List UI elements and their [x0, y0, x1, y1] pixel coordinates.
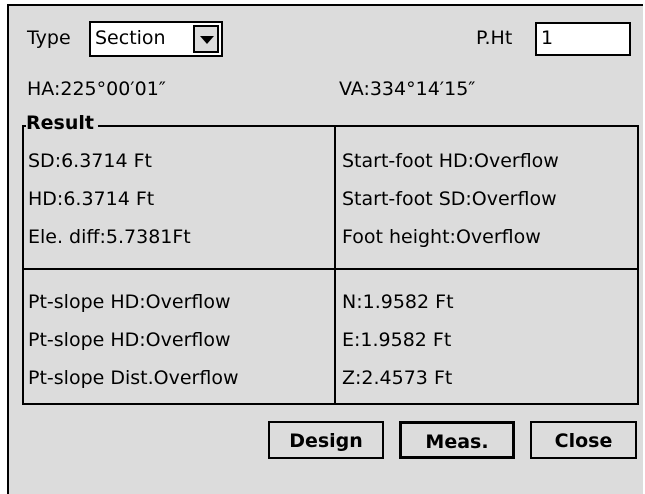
sd-value: SD:6.3714 Ft: [28, 150, 152, 172]
pht-input[interactable]: 1: [535, 22, 631, 56]
type-select[interactable]: Section: [89, 21, 223, 57]
foot-height-value: Foot height:Overflow: [342, 226, 541, 248]
pt-slope-hd-value: Pt-slope HD:Overflow: [28, 291, 231, 313]
meas-button[interactable]: Meas.: [399, 421, 515, 459]
ha-readout: HA:225°00′01″: [27, 78, 166, 100]
pt-slope-hd-value-2: Pt-slope HD:Overflow: [28, 329, 231, 351]
close-button[interactable]: Close: [530, 421, 637, 459]
design-button[interactable]: Design: [268, 421, 384, 459]
hd-value: HD:6.3714 Ft: [28, 188, 155, 210]
ele-diff-value: Ele. diff:5.7381Ft: [28, 226, 191, 248]
pt-slope-dist-value: Pt-slope Dist.Overflow: [28, 367, 239, 389]
type-label: Type: [27, 27, 71, 49]
result-title: Result: [26, 112, 98, 134]
e-value: E:1.9582 Ft: [342, 329, 452, 351]
result-divider-vertical: [334, 125, 336, 405]
start-foot-hd-value: Start-foot HD:Overflow: [342, 150, 559, 172]
va-readout: VA:334°14′15″: [339, 78, 476, 100]
z-value: Z:2.4573 Ft: [342, 367, 453, 389]
result-divider-horizontal: [22, 268, 639, 270]
type-select-value: Section: [95, 27, 166, 49]
chevron-down-icon[interactable]: [193, 25, 219, 53]
pht-input-value: 1: [541, 27, 554, 49]
n-value: N:1.9582 Ft: [342, 291, 454, 313]
pht-label: P.Ht: [476, 27, 513, 49]
start-foot-sd-value: Start-foot SD:Overflow: [342, 188, 557, 210]
